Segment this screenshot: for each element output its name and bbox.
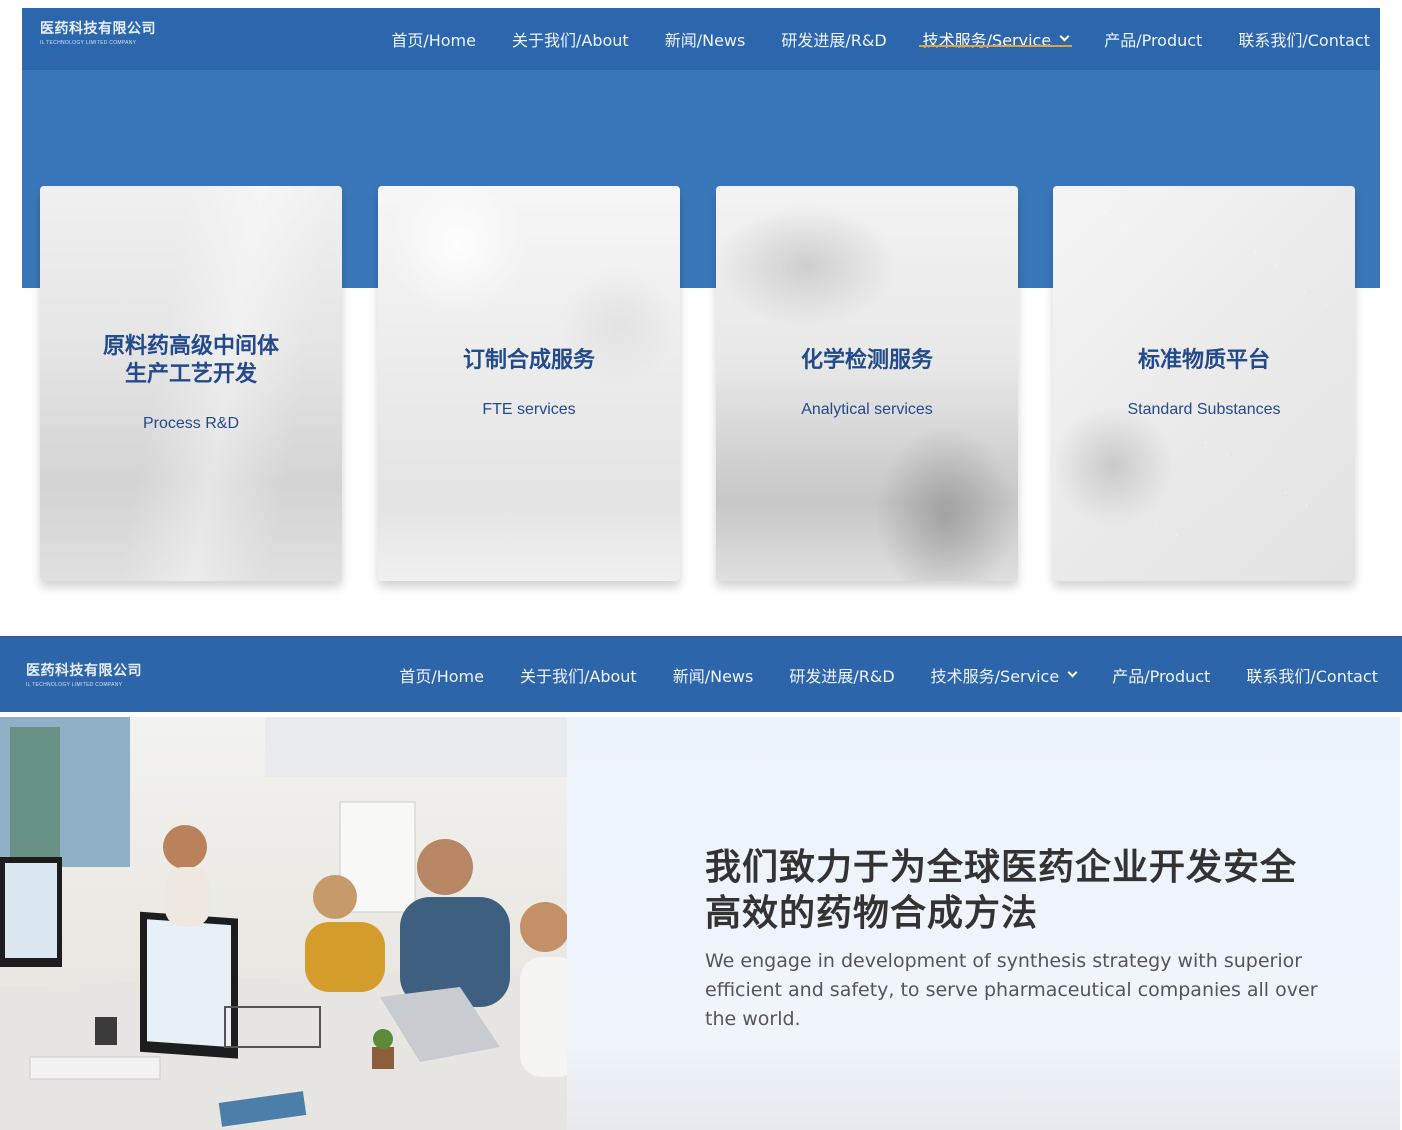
- service-card-process-rnd[interactable]: 原料药高级中间体 生产工艺开发 Process R&D: [40, 186, 342, 581]
- intro-heading-line: 高效的药物合成方法: [705, 893, 1039, 934]
- person-shape: [165, 867, 210, 927]
- logo-cn-text: 医药科技有限公司: [40, 21, 156, 37]
- nav-item-home[interactable]: 首页/Home: [399, 638, 484, 712]
- card-title: 化学检测服务: [800, 348, 933, 373]
- nav-item-about[interactable]: 关于我们/About: [512, 8, 629, 70]
- nav-item-product[interactable]: 产品/Product: [1104, 8, 1202, 70]
- card-overlay: [1053, 186, 1355, 581]
- sticky-navbar: 医药科技有限公司 IL TECHNOLOGY LIMITED COMPANY 首…: [0, 636, 1402, 712]
- service-card-analytical[interactable]: 化学检测服务 Analytical services: [716, 186, 1018, 581]
- nav-item-contact[interactable]: 联系我们/Contact: [1246, 638, 1378, 712]
- company-logo[interactable]: 医药科技有限公司 IL TECHNOLOGY LIMITED COMPANY: [40, 18, 156, 46]
- card-title-line: 原料药高级中间体: [102, 334, 279, 359]
- nav-item-contact[interactable]: 联系我们/Contact: [1238, 8, 1370, 70]
- main-menu: 首页/Home 关于我们/About 新闻/News 研发进展/R&D 技术服务…: [355, 8, 1370, 70]
- person-shape: [313, 875, 357, 919]
- main-menu: 首页/Home 关于我们/About 新闻/News 研发进展/R&D 技术服务…: [363, 638, 1378, 712]
- intro-heading-line: 我们致力于为全球医药企业开发安全: [705, 847, 1298, 888]
- chevron-down-icon[interactable]: [1067, 667, 1078, 678]
- card-title: 订制合成服务: [462, 348, 595, 373]
- logo-en-text: IL TECHNOLOGY LIMITED COMPANY: [26, 682, 123, 688]
- nav-item-service[interactable]: 技术服务/Service: [918, 8, 1072, 70]
- monitor-screen-shape: [5, 863, 57, 958]
- person-shape: [163, 825, 207, 869]
- service-section: 医药科技有限公司 IL TECHNOLOGY LIMITED COMPANY 首…: [0, 0, 1402, 636]
- person-shape: [305, 922, 385, 992]
- card-title: 标准物质平台: [1137, 348, 1270, 373]
- nav-item-news[interactable]: 新闻/News: [673, 638, 754, 712]
- nav-item-service-label: 技术服务/Service: [930, 667, 1060, 686]
- top-navbar: 医药科技有限公司 IL TECHNOLOGY LIMITED COMPANY 首…: [22, 8, 1380, 70]
- nav-item-about[interactable]: 关于我们/About: [520, 638, 637, 712]
- intro-description: We engage in development of synthesis st…: [705, 950, 1318, 1030]
- service-card-standard[interactable]: 标准物质平台 Standard Substances: [1053, 186, 1355, 581]
- intro-heading: 我们致力于为全球医药企业开发安全 高效的药物合成方法: [705, 845, 1345, 937]
- service-card-fte[interactable]: 订制合成服务 FTE services: [378, 186, 680, 581]
- logo-en-text: IL TECHNOLOGY LIMITED COMPANY: [40, 40, 137, 46]
- card-subtitle: Analytical services: [801, 401, 933, 418]
- nav-item-service-label: 技术服务/Service: [922, 31, 1052, 50]
- nav-item-service[interactable]: 技术服务/Service: [930, 638, 1078, 712]
- shelf-shape: [265, 717, 567, 777]
- nav-item-news[interactable]: 新闻/News: [665, 8, 746, 70]
- plant-shape: [373, 1029, 393, 1049]
- office-team-illustration: [0, 717, 567, 1130]
- nav-item-product[interactable]: 产品/Product: [1112, 638, 1210, 712]
- person-shape: [417, 839, 473, 895]
- card-subtitle: FTE services: [482, 401, 576, 418]
- keyboard-shape: [29, 1056, 161, 1080]
- person-shape: [520, 902, 567, 952]
- card-title: 原料药高级中间体 生产工艺开发: [60, 333, 322, 389]
- card-subtitle: Process R&D: [142, 415, 240, 432]
- nav-item-rnd[interactable]: 研发进展/R&D: [789, 638, 894, 712]
- card-title-line: 生产工艺开发: [124, 362, 257, 387]
- logo-cn-text: 医药科技有限公司: [26, 663, 142, 679]
- monitor-screen-shape: [147, 919, 231, 1048]
- card-overlay: [716, 186, 1018, 581]
- plant-pot-shape: [372, 1047, 394, 1069]
- intro-section: 我们致力于为全球医药企业开发安全 高效的药物合成方法 We engage in …: [0, 712, 1402, 1130]
- card-overlay: [378, 186, 680, 581]
- mug-shape: [95, 1017, 117, 1045]
- nav-item-rnd[interactable]: 研发进展/R&D: [781, 8, 886, 70]
- office-team-photo: [0, 717, 567, 1130]
- nav-item-home[interactable]: 首页/Home: [391, 8, 476, 70]
- company-logo[interactable]: 医药科技有限公司 IL TECHNOLOGY LIMITED COMPANY: [26, 660, 142, 688]
- tree-shape: [10, 727, 60, 867]
- chevron-down-icon[interactable]: [1059, 31, 1070, 42]
- person-shape: [520, 957, 567, 1077]
- card-subtitle: Standard Substances: [1127, 401, 1281, 418]
- intro-panel: 我们致力于为全球医药企业开发安全 高效的药物合成方法 We engage in …: [567, 717, 1400, 1130]
